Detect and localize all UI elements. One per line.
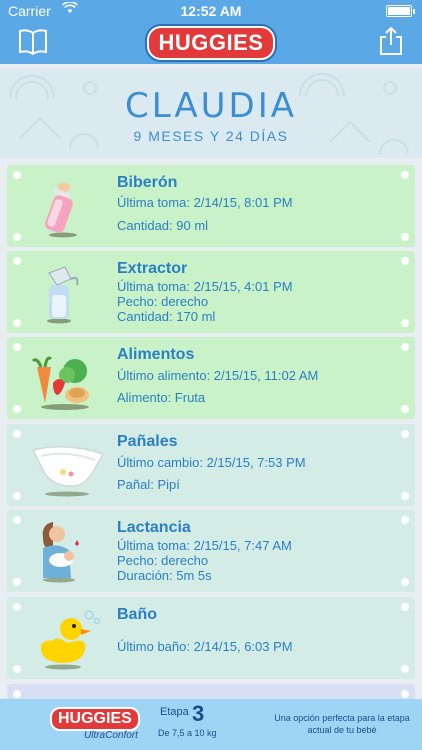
baby-name: CLAUDIA bbox=[124, 86, 298, 126]
etapa-number: 3 bbox=[192, 701, 205, 726]
breast-pump-icon bbox=[27, 259, 107, 325]
card-detail: Último alimento: 2/15/15, 11:02 AM bbox=[117, 368, 319, 383]
breastfeeding-icon bbox=[27, 518, 107, 584]
card-detail: Duración: 5m 5s bbox=[117, 568, 212, 583]
navigation-bar: Carrier 12:52 AM HUGGIES bbox=[0, 0, 422, 64]
card-detail: Cantidad: 170 ml bbox=[117, 309, 216, 324]
baby-age: 9 MESES Y 24 DÍAS bbox=[133, 128, 289, 144]
diaper-icon bbox=[27, 432, 107, 498]
logo-text: HUGGIES bbox=[146, 26, 276, 60]
banner-tagline: Una opción perfecta para la etapa actual… bbox=[274, 713, 410, 735]
card-title: Pañales bbox=[117, 433, 178, 450]
card-title: Baño bbox=[117, 606, 157, 623]
card-title: Biberón bbox=[117, 174, 178, 191]
card-title: Extractor bbox=[117, 260, 188, 277]
etapa-range: De 7,5 a 10 kg bbox=[158, 728, 217, 738]
card-title: Lactancia bbox=[117, 519, 191, 536]
card-alimentos[interactable]: Alimentos Último alimento: 2/15/15, 11:0… bbox=[7, 337, 415, 419]
card-detail: Última toma: 2/15/15, 4:01 PM bbox=[117, 279, 293, 294]
status-bar: Carrier 12:52 AM bbox=[0, 0, 422, 22]
share-icon[interactable] bbox=[378, 26, 404, 56]
card-panales[interactable]: Pañales Último cambio: 2/15/15, 7:53 PM … bbox=[7, 424, 415, 506]
baby-bottle-icon bbox=[27, 173, 107, 239]
banner-logo-sub: UltraConfort bbox=[84, 730, 138, 741]
card-lactancia[interactable]: Lactancia Última toma: 2/15/15, 7:47 AM … bbox=[7, 510, 415, 592]
baby-header: CLAUDIA 9 MESES Y 24 DÍAS bbox=[0, 68, 422, 158]
card-detail: Pecho: derecho bbox=[117, 294, 209, 309]
rubber-duck-icon bbox=[27, 605, 107, 671]
etapa-label: Etapa bbox=[160, 706, 189, 718]
card-detail: Pañal: Pipí bbox=[117, 477, 180, 492]
app: Carrier 12:52 AM HUGGIES CLAUDIA 9 MESES… bbox=[0, 0, 422, 750]
card-detail: Última toma: 2/15/15, 7:47 AM bbox=[117, 538, 292, 553]
card-detail: Alimento: Fruta bbox=[117, 390, 206, 405]
card-detail: Cantidad: 90 ml bbox=[117, 218, 209, 233]
food-icon bbox=[27, 345, 107, 411]
card-extractor[interactable]: Extractor Última toma: 2/15/15, 4:01 PM … bbox=[7, 251, 415, 333]
banner-logo-text: HUGGIES bbox=[50, 707, 140, 731]
huggies-ultraconfort-logo: HUGGIES UltraConfort bbox=[50, 707, 140, 741]
battery-icon bbox=[386, 5, 415, 17]
card-detail: Último cambio: 2/15/15, 7:53 PM bbox=[117, 455, 306, 470]
promo-banner[interactable]: HUGGIES UltraConfort Etapa 3 De 7,5 a 10… bbox=[0, 699, 422, 750]
status-time: 12:52 AM bbox=[180, 3, 242, 19]
card-bano[interactable]: Baño Último baño: 2/14/15, 6:03 PM bbox=[7, 597, 415, 679]
huggies-logo: HUGGIES bbox=[0, 26, 422, 60]
card-detail: Último baño: 2/14/15, 6:03 PM bbox=[117, 639, 293, 654]
card-biberon[interactable]: Biberón Última toma: 2/14/15, 8:01 PM Ca… bbox=[7, 165, 415, 247]
card-detail: Pecho: derecho bbox=[117, 553, 209, 568]
card-title: Alimentos bbox=[117, 346, 195, 363]
card-detail: Última toma: 2/14/15, 8:01 PM bbox=[117, 195, 293, 210]
